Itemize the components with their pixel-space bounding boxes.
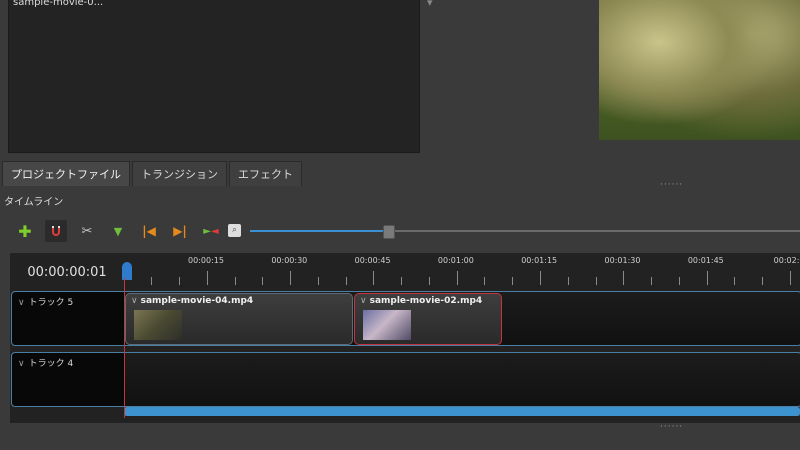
add-marker-button[interactable]: ▼ xyxy=(107,220,129,242)
ruler-tick xyxy=(456,271,458,285)
video-preview xyxy=(599,0,800,140)
track-5[interactable]: ∨ トラック 5 ∨ sample-movie-04.mp4 ∨ sample-mov… xyxy=(11,291,800,346)
ruler-tick xyxy=(317,277,319,285)
ruler-tick xyxy=(345,277,347,285)
ruler-tick xyxy=(678,277,680,285)
ruler-tick xyxy=(734,277,736,285)
add-track-icon: ✚ xyxy=(18,221,32,241)
ruler-tick xyxy=(789,271,791,285)
project-files-panel[interactable]: sample-movie-0... xyxy=(8,0,420,153)
bottom-tabs: プロジェクトファイル トランジション エフェクト xyxy=(2,161,304,186)
ruler-tick xyxy=(623,271,625,285)
ruler-tick xyxy=(179,277,181,285)
ruler-label: 00:01:15 xyxy=(521,256,558,265)
ruler-label: 00:01:45 xyxy=(687,256,724,265)
snap-magnet-icon xyxy=(52,226,60,236)
clip-sample-movie-02[interactable]: ∨ sample-movie-02.mp4 xyxy=(354,293,502,345)
track-header[interactable]: ∨ トラック 5 xyxy=(12,292,125,345)
clip-thumbnail xyxy=(363,310,411,340)
razor-icon: ✂ xyxy=(81,223,93,239)
center-playhead-button[interactable]: ►◄ xyxy=(200,220,222,242)
add-marker-icon: ▼ xyxy=(113,224,123,238)
timeline-section-label: タイムライン xyxy=(4,197,64,208)
ruler-tick xyxy=(290,271,292,285)
ruler-label: 00:02:0 xyxy=(773,256,800,265)
ruler-tick xyxy=(567,277,569,285)
ruler-tick xyxy=(762,277,764,285)
center-playhead-icon: ►◄ xyxy=(203,225,219,237)
track-name: ∨ トラック 5 xyxy=(18,298,74,308)
add-track-button[interactable]: ✚ xyxy=(14,220,36,242)
ruler-tick xyxy=(401,277,403,285)
timecode-display: 00:00:00:01 xyxy=(27,264,107,280)
time-ruler[interactable]: 00:00:15 00:00:30 00:00:45 00:01:00 00:01:15… xyxy=(123,253,800,291)
ruler-tick xyxy=(151,277,153,285)
panel-resize-grip[interactable]: ······ xyxy=(660,422,683,432)
zoom-icon: ⌕ xyxy=(228,224,241,237)
next-marker-icon: ▶| xyxy=(173,224,187,238)
ruler-tick xyxy=(484,277,486,285)
ruler-label: 00:00:15 xyxy=(188,256,224,265)
ruler-label: 00:01:00 xyxy=(437,256,474,265)
next-marker-button[interactable]: ▶| xyxy=(169,220,191,242)
track-name: ∨ トラック 4 xyxy=(18,359,74,369)
preview-image xyxy=(599,0,800,140)
clip-thumbnail xyxy=(134,310,182,340)
ruler-tick xyxy=(512,277,514,285)
panel-resize-grip[interactable]: ······ xyxy=(660,180,683,190)
tab-project-files[interactable]: プロジェクトファイル xyxy=(2,161,130,186)
previous-marker-button[interactable]: |◀ xyxy=(138,220,160,242)
clip-sample-movie-04[interactable]: ∨ sample-movie-04.mp4 xyxy=(125,293,353,345)
splitter-handle[interactable]: ▾ xyxy=(427,0,433,9)
clip-title: ∨ sample-movie-02.mp4 xyxy=(360,296,483,306)
snap-toggle-button[interactable] xyxy=(45,220,67,242)
ruler-tick xyxy=(651,277,653,285)
ruler-label: 00:00:45 xyxy=(354,256,391,265)
ruler-tick xyxy=(206,271,208,285)
track-header[interactable]: ∨ トラック 4 xyxy=(12,353,125,406)
file-name-label: sample-movie-0... xyxy=(13,0,104,8)
clip-title: ∨ sample-movie-04.mp4 xyxy=(131,296,254,306)
ruler-tick xyxy=(234,277,236,285)
playhead-line[interactable] xyxy=(124,278,125,418)
zoom-slider-fill xyxy=(250,230,388,232)
ruler-tick xyxy=(262,277,264,285)
ruler-tick xyxy=(706,271,708,285)
previous-marker-icon: |◀ xyxy=(142,224,156,238)
ruler-tick xyxy=(373,271,375,285)
zoom-slider-handle[interactable] xyxy=(383,225,395,239)
ruler-label: 00:00:30 xyxy=(271,256,308,265)
track-4[interactable]: ∨ トラック 4 xyxy=(11,352,800,407)
ruler-tick xyxy=(428,277,430,285)
razor-tool-button[interactable]: ✂ xyxy=(76,220,98,242)
ruler-tick xyxy=(595,277,597,285)
tab-effects[interactable]: エフェクト xyxy=(229,161,302,186)
timeline-toolbar: ✚ ✂ ▼ |◀ ▶| ►◄ xyxy=(14,220,231,242)
tab-transitions[interactable]: トランジション xyxy=(132,161,227,186)
timeline-scrollbar-thumb[interactable] xyxy=(124,407,800,416)
ruler-label: 00:01:30 xyxy=(604,256,641,265)
ruler-tick xyxy=(540,271,541,285)
